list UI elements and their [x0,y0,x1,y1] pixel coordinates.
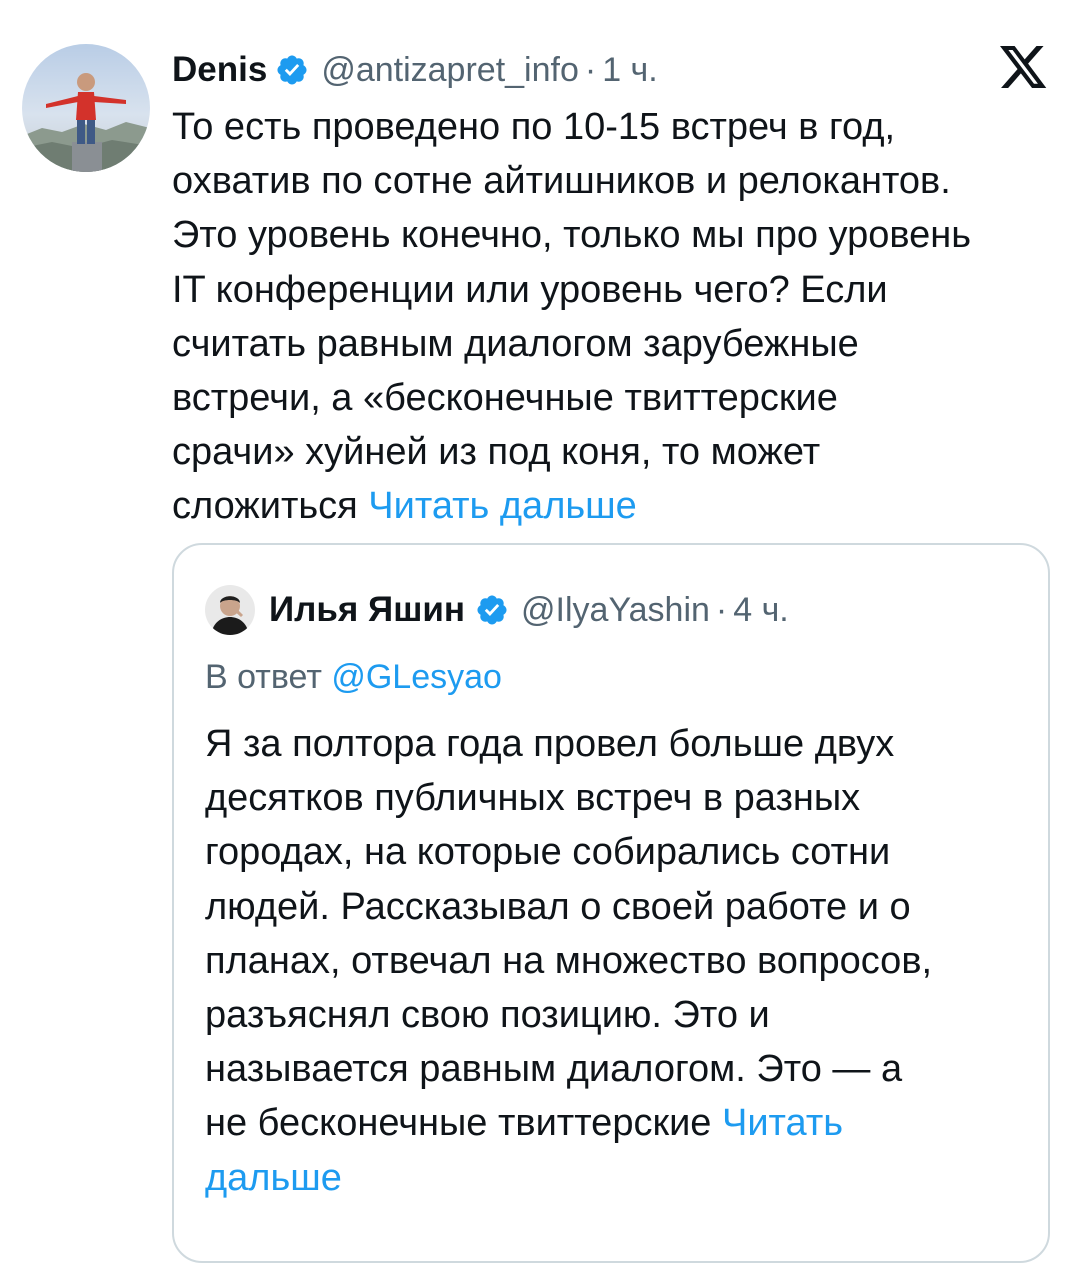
quoted-text-content: Я за полтора года провел больше двух дес… [205,723,933,1145]
tweet-text-content: То есть проведено по 10-15 встреч в год,… [172,106,972,528]
x-logo-icon[interactable] [1000,46,1048,90]
quoted-tweet-timestamp[interactable]: 4 ч. [733,591,789,630]
author-avatar[interactable] [22,44,150,172]
tweet-text: То есть проведено по 10-15 встреч в год,… [172,100,1062,534]
read-more-link[interactable]: Читать дальше [368,485,637,527]
separator-dot: · [715,590,728,629]
quoted-tweet-text: Я за полтора года провел больше двух дес… [205,717,1025,1205]
verified-badge-icon [275,53,309,87]
quoted-tweet[interactable]: Илья Яшин @IlyaYashin · 4 ч. В ответ @GL… [172,543,1050,1263]
quoted-author-handle[interactable]: @IlyaYashin [521,591,710,630]
author-name[interactable]: Denis [172,50,267,90]
separator-dot: · [584,50,597,89]
reply-to-line: В ответ @GLesyao [205,653,502,701]
quoted-tweet-header: Илья Яшин @IlyaYashin · 4 ч. [269,583,789,637]
tweet-header: Denis @antizapret_info · 1 ч. [172,44,658,96]
quoted-author-avatar[interactable] [205,585,255,635]
quoted-author-name[interactable]: Илья Яшин [269,590,465,630]
reply-handle-link[interactable]: @GLesyao [331,658,502,696]
verified-badge-icon [475,593,509,627]
reply-prefix: В ответ [205,658,332,696]
tweet[interactable]: Denis @antizapret_info · 1 ч. То есть пр… [0,0,1077,1263]
tweet-timestamp[interactable]: 1 ч. [602,51,658,90]
author-handle[interactable]: @antizapret_info [321,51,579,90]
